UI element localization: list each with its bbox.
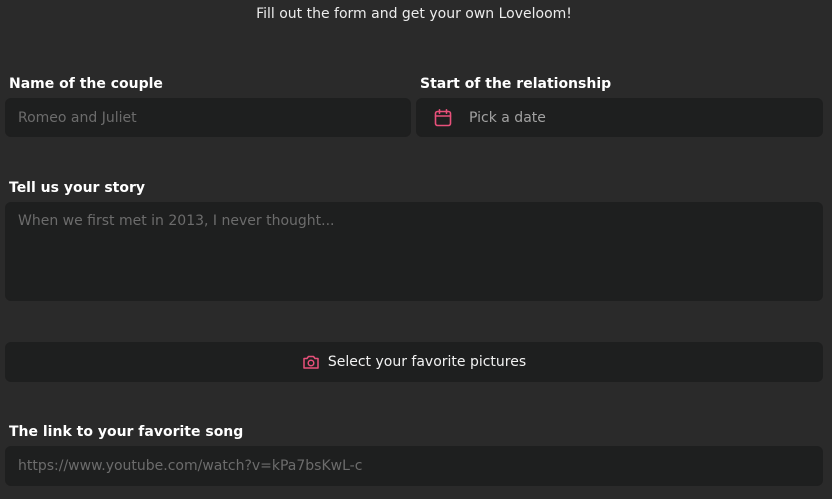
date-picker-label: Pick a date — [469, 109, 546, 126]
song-link-label: The link to your favorite song — [9, 424, 244, 440]
song-link-input[interactable] — [5, 446, 823, 486]
camera-icon — [302, 354, 320, 370]
couple-name-input[interactable] — [5, 98, 411, 137]
intro-text: Fill out the form and get your own Lovel… — [256, 6, 572, 22]
select-pictures-label: Select your favorite pictures — [327, 354, 527, 370]
select-pictures-button[interactable]: Select your favorite pictures — [5, 342, 823, 382]
story-textarea[interactable] — [5, 202, 823, 301]
calendar-icon — [433, 108, 453, 128]
date-picker-button[interactable]: Pick a date — [416, 98, 823, 137]
story-label: Tell us your story — [9, 180, 145, 196]
form-page: Fill out the form and get your own Lovel… — [0, 0, 832, 499]
couple-name-label: Name of the couple — [9, 76, 163, 92]
relationship-start-label: Start of the relationship — [420, 76, 612, 92]
